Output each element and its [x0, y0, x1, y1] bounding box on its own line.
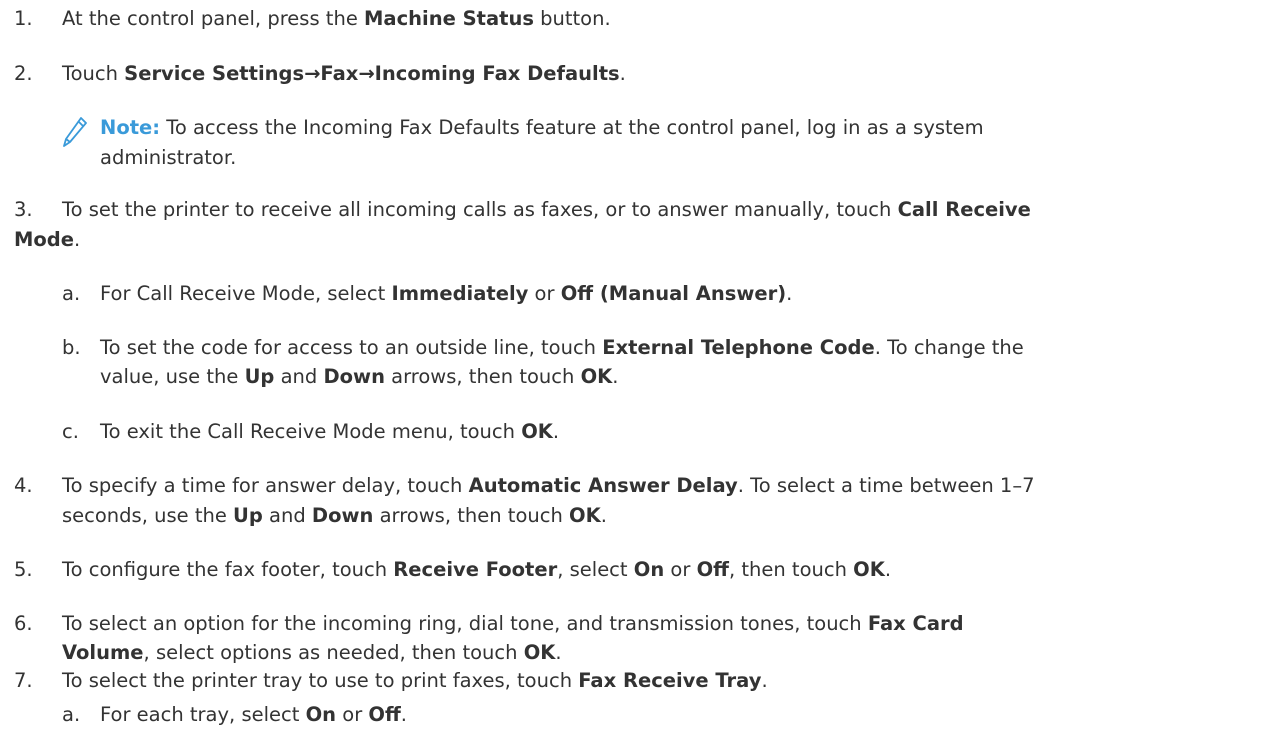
substep-text: To exit the Call Receive Mode menu, touc… [100, 420, 560, 443]
step-number: 1. [14, 7, 33, 30]
step-text-line-2: Mode. [14, 228, 81, 251]
step-text: To configure the fax footer, touch Recei… [62, 558, 892, 581]
note-line-2: administrator. [100, 146, 237, 169]
substep-text-line-1: To set the code for access to an outside… [100, 336, 1024, 359]
substep-letter: a. [62, 703, 81, 726]
step-text: At the control panel, press the Machine … [62, 7, 611, 30]
note-block: Note: To access the Incoming Fax Default… [0, 115, 1270, 175]
step-text: Touch Service Settings→Fax→Incoming Fax … [62, 62, 626, 85]
step-text-line-1: To select an option for the incoming rin… [62, 612, 964, 635]
step-number: 4. [14, 474, 33, 497]
pencil-icon [63, 117, 87, 147]
substep-letter: a. [62, 282, 81, 305]
step-text-line-1: To set the printer to receive all incomi… [62, 198, 1031, 221]
step-number: 3. [14, 198, 33, 221]
step-text-line-1: To specify a time for answer delay, touc… [62, 474, 1035, 497]
step-number: 2. [14, 62, 33, 85]
step-text-line-2: seconds, use the Up and Down arrows, the… [62, 504, 607, 527]
step-number: 6. [14, 612, 33, 635]
step-number: 7. [14, 669, 33, 692]
step-number: 5. [14, 558, 33, 581]
substep-letter: b. [62, 336, 81, 359]
substep-letter: c. [62, 420, 79, 443]
note-line-1: Note: To access the Incoming Fax Default… [100, 116, 984, 139]
step-text: To select the printer tray to use to pri… [62, 669, 768, 692]
substep-text-line-2: value, use the Up and Down arrows, then … [100, 365, 619, 388]
substep-text: For each tray, select On or Off. [100, 703, 407, 726]
step-text-line-2: Volume, select options as needed, then t… [62, 641, 562, 664]
substep-text: For Call Receive Mode, select Immediatel… [100, 282, 793, 305]
